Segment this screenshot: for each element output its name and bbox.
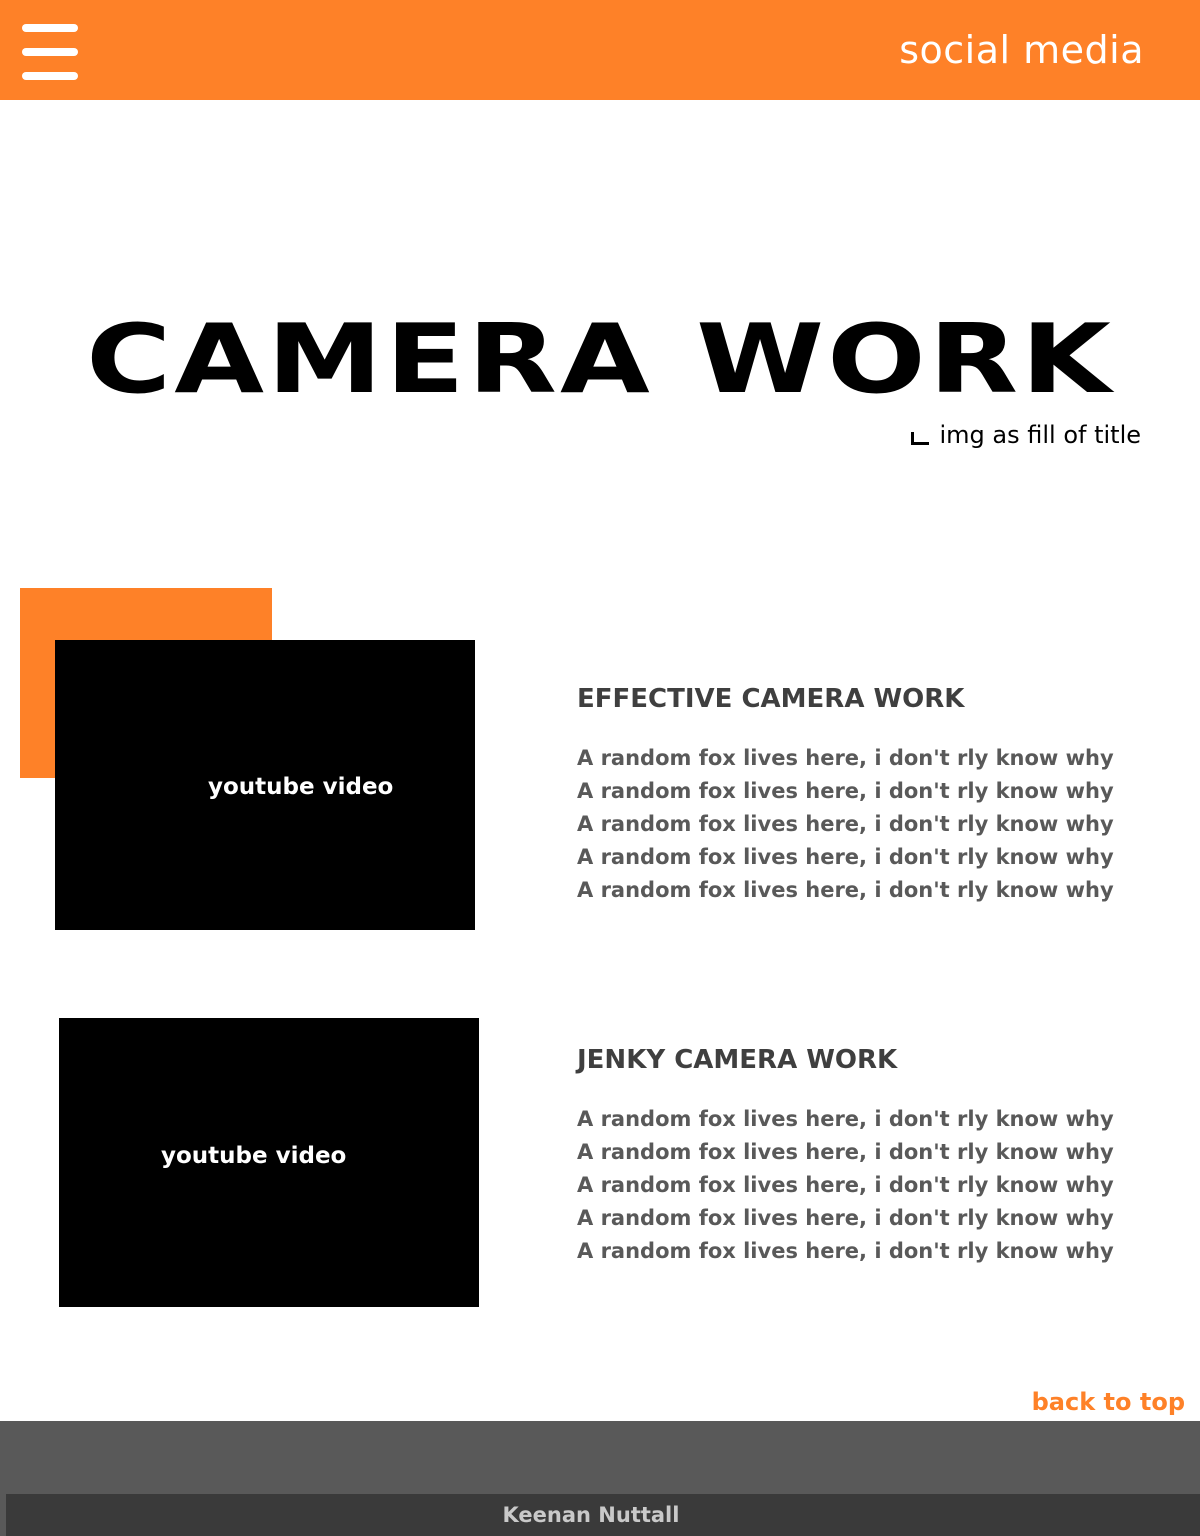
body-line: A random fox lives here, i don't rly kno… <box>577 878 1114 902</box>
youtube-video-embed[interactable]: youtube video <box>59 1018 479 1307</box>
body-line: A random fox lives here, i don't rly kno… <box>577 1239 1114 1263</box>
body-line: A random fox lives here, i don't rly kno… <box>577 1107 1114 1131</box>
section-heading: JENKY CAMERA WORK <box>577 1045 898 1075</box>
menu-line <box>22 48 78 56</box>
hamburger-menu-icon[interactable] <box>22 24 78 84</box>
author-name: Keenan Nuttall <box>502 1503 680 1527</box>
youtube-video-embed[interactable]: youtube video <box>55 640 475 930</box>
menu-line <box>22 24 78 32</box>
footer: Keenan Nuttall <box>0 1421 1200 1536</box>
social-media-link[interactable]: social media <box>899 25 1144 75</box>
corner-bracket-icon <box>911 432 930 445</box>
body-line: A random fox lives here, i don't rly kno… <box>577 812 1114 836</box>
content-section: EFFECTIVE CAMERA WORK A random fox lives… <box>577 682 1137 907</box>
back-to-top-link[interactable]: back to top <box>1032 1386 1185 1418</box>
body-line: A random fox lives here, i don't rly kno… <box>577 746 1114 770</box>
video-placeholder-label: youtube video <box>208 774 394 800</box>
section-body: A random fox lives here, i don't rly kno… <box>577 742 1137 907</box>
body-line: A random fox lives here, i don't rly kno… <box>577 779 1114 803</box>
video-placeholder-label: youtube video <box>161 1143 347 1169</box>
menu-line <box>22 72 78 80</box>
footer-credit-bar: Keenan Nuttall <box>6 1494 1200 1536</box>
body-line: A random fox lives here, i don't rly kno… <box>577 1173 1114 1197</box>
section-heading: EFFECTIVE CAMERA WORK <box>577 684 965 714</box>
title-annotation: img as fill of title <box>911 420 1141 450</box>
page-title: CAMERA WORK <box>86 304 1114 415</box>
title-annotation-text: img as fill of title <box>939 421 1141 449</box>
content-section: JENKY CAMERA WORK A random fox lives her… <box>577 1043 1137 1268</box>
body-line: A random fox lives here, i don't rly kno… <box>577 845 1114 869</box>
section-body: A random fox lives here, i don't rly kno… <box>577 1103 1137 1268</box>
top-nav-bar: social media <box>0 0 1200 100</box>
body-line: A random fox lives here, i don't rly kno… <box>577 1206 1114 1230</box>
body-line: A random fox lives here, i don't rly kno… <box>577 1140 1114 1164</box>
